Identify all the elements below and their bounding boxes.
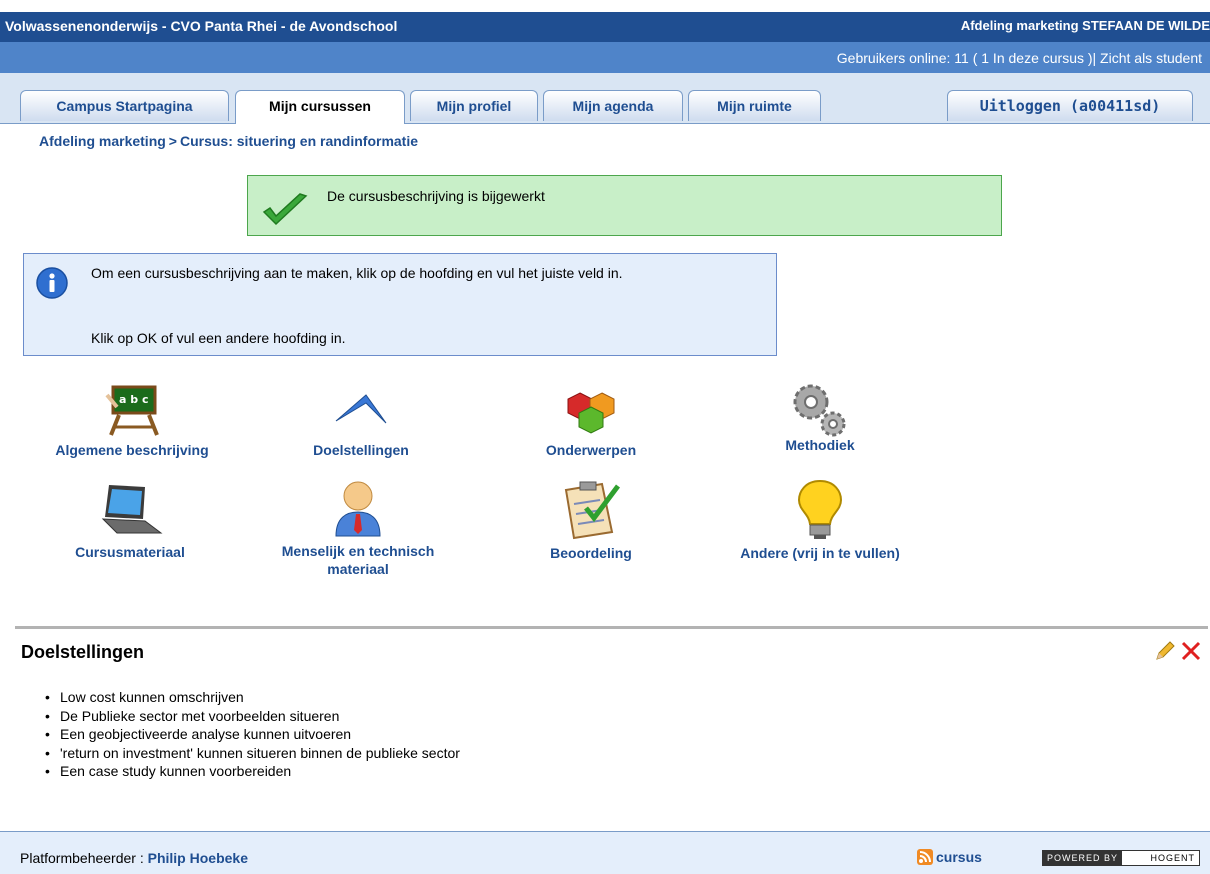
- rss-course-link[interactable]: cursus: [917, 849, 982, 865]
- section-label: Methodiek: [785, 437, 855, 453]
- edit-pencil-icon[interactable]: [1154, 640, 1176, 662]
- chalkboard-icon: a b c: [105, 385, 159, 436]
- content-actions: [1154, 640, 1202, 665]
- section-label: Onderwerpen: [545, 442, 637, 458]
- boomerang-icon: [335, 394, 387, 424]
- status-bar: Gebruikers online: 11 ( 1 In deze cursus…: [0, 42, 1210, 73]
- list-item: 'return on investment' kunnen situeren b…: [45, 744, 460, 763]
- info-icon: [36, 267, 68, 299]
- section-label: Andere (vrij in te vullen): [740, 545, 900, 561]
- section-algemene-beschrijving[interactable]: a b c Algemene beschrijving: [34, 385, 230, 459]
- admin-name-link[interactable]: Philip Hoebeke: [148, 850, 248, 866]
- platform-admin: Platformbeheerder : Philip Hoebeke: [20, 850, 248, 866]
- rss-label: cursus: [936, 849, 982, 865]
- breadcrumb-separator: >: [168, 133, 177, 149]
- site-title: Volwassenenonderwijs - CVO Panta Rhei - …: [5, 18, 398, 34]
- info-message-box: Om een cursusbeschrijving aan te maken, …: [23, 253, 777, 356]
- powered-by-text: POWERED BY: [1043, 851, 1123, 865]
- breadcrumb-course-link[interactable]: Cursus: situering en randinformatie: [180, 133, 418, 149]
- lightbulb-icon: [797, 479, 843, 539]
- tab-mijn-cursussen[interactable]: Mijn cursussen: [235, 90, 405, 124]
- info-instruction-text: Om een cursusbeschrijving aan te maken, …: [91, 265, 623, 281]
- list-item: De Publieke sector met voorbeelden situe…: [45, 707, 460, 726]
- section-methodiek[interactable]: Methodiek: [745, 380, 895, 454]
- list-item: Een case study kunnen voorbereiden: [45, 762, 460, 781]
- tab-bar: Campus Startpagina Mijn cursussen Mijn p…: [0, 73, 1210, 124]
- section-andere[interactable]: Andere (vrij in te vullen): [715, 478, 925, 562]
- tab-mijn-agenda[interactable]: Mijn agenda: [543, 90, 683, 121]
- checkmark-icon: [262, 193, 308, 226]
- section-beoordeling[interactable]: Beoordeling: [516, 480, 666, 562]
- laptop-icon: [101, 485, 163, 534]
- section-label-line1: Menselijk en technisch: [281, 543, 435, 559]
- checklist-icon: [564, 481, 620, 540]
- success-message-box: De cursusbeschrijving is bijgewerkt: [247, 175, 1002, 236]
- rss-icon: [917, 849, 933, 865]
- section-menselijk-technisch-materiaal[interactable]: Menselijk en technisch materiaal: [258, 478, 458, 578]
- section-onderwerpen[interactable]: Onderwerpen: [516, 385, 666, 459]
- info-ok-text: Klik op OK of vul een andere hoofding in…: [91, 330, 346, 346]
- logout-tab[interactable]: Uitloggen (a00411sd): [947, 90, 1193, 121]
- powered-by-badge[interactable]: POWERED BY HOGENT: [1042, 850, 1200, 866]
- objectives-list: Low cost kunnen omschrijven De Publieke …: [45, 688, 460, 781]
- users-online-status[interactable]: Gebruikers online: 11 ( 1 In deze cursus…: [837, 50, 1202, 66]
- cubes-icon: [567, 392, 615, 434]
- delete-x-icon[interactable]: [1180, 640, 1202, 662]
- department-user: Afdeling marketing STEFAAN DE WILDE: [960, 18, 1210, 33]
- section-cursusmateriaal[interactable]: Cursusmateriaal: [55, 481, 205, 561]
- section-label: Doelstellingen: [313, 442, 409, 458]
- person-icon: [335, 481, 381, 537]
- tab-campus-startpagina[interactable]: Campus Startpagina: [20, 90, 229, 121]
- svg-text:a b c: a b c: [119, 393, 148, 406]
- footer: Platformbeheerder : Philip Hoebeke cursu…: [0, 831, 1210, 874]
- hogent-text: HOGENT: [1150, 853, 1195, 863]
- section-label: Beoordeling: [550, 545, 632, 561]
- success-message-text: De cursusbeschrijving is bijgewerkt: [327, 188, 545, 204]
- content-title: Doelstellingen: [21, 642, 145, 662]
- gears-icon: [793, 384, 846, 437]
- admin-label: Platformbeheerder :: [20, 850, 148, 866]
- list-item: Low cost kunnen omschrijven: [45, 688, 460, 707]
- breadcrumb-department-link[interactable]: Afdeling marketing: [39, 133, 166, 149]
- tab-mijn-profiel[interactable]: Mijn profiel: [410, 90, 538, 121]
- list-item: Een geobjectiveerde analyse kunnen uitvo…: [45, 725, 460, 744]
- section-divider: [15, 626, 1208, 629]
- top-header-bar: Volwassenenonderwijs - CVO Panta Rhei - …: [0, 12, 1210, 42]
- tab-mijn-ruimte[interactable]: Mijn ruimte: [688, 90, 821, 121]
- section-label-line2: materiaal: [327, 561, 389, 577]
- section-doelstellingen[interactable]: Doelstellingen: [286, 385, 436, 459]
- section-label: Cursusmateriaal: [75, 544, 185, 560]
- section-label: Menselijk en technisch materiaal: [258, 542, 458, 578]
- breadcrumb: Afdeling marketing > Cursus: situering en …: [39, 133, 418, 149]
- section-label: Algemene beschrijving: [55, 442, 209, 458]
